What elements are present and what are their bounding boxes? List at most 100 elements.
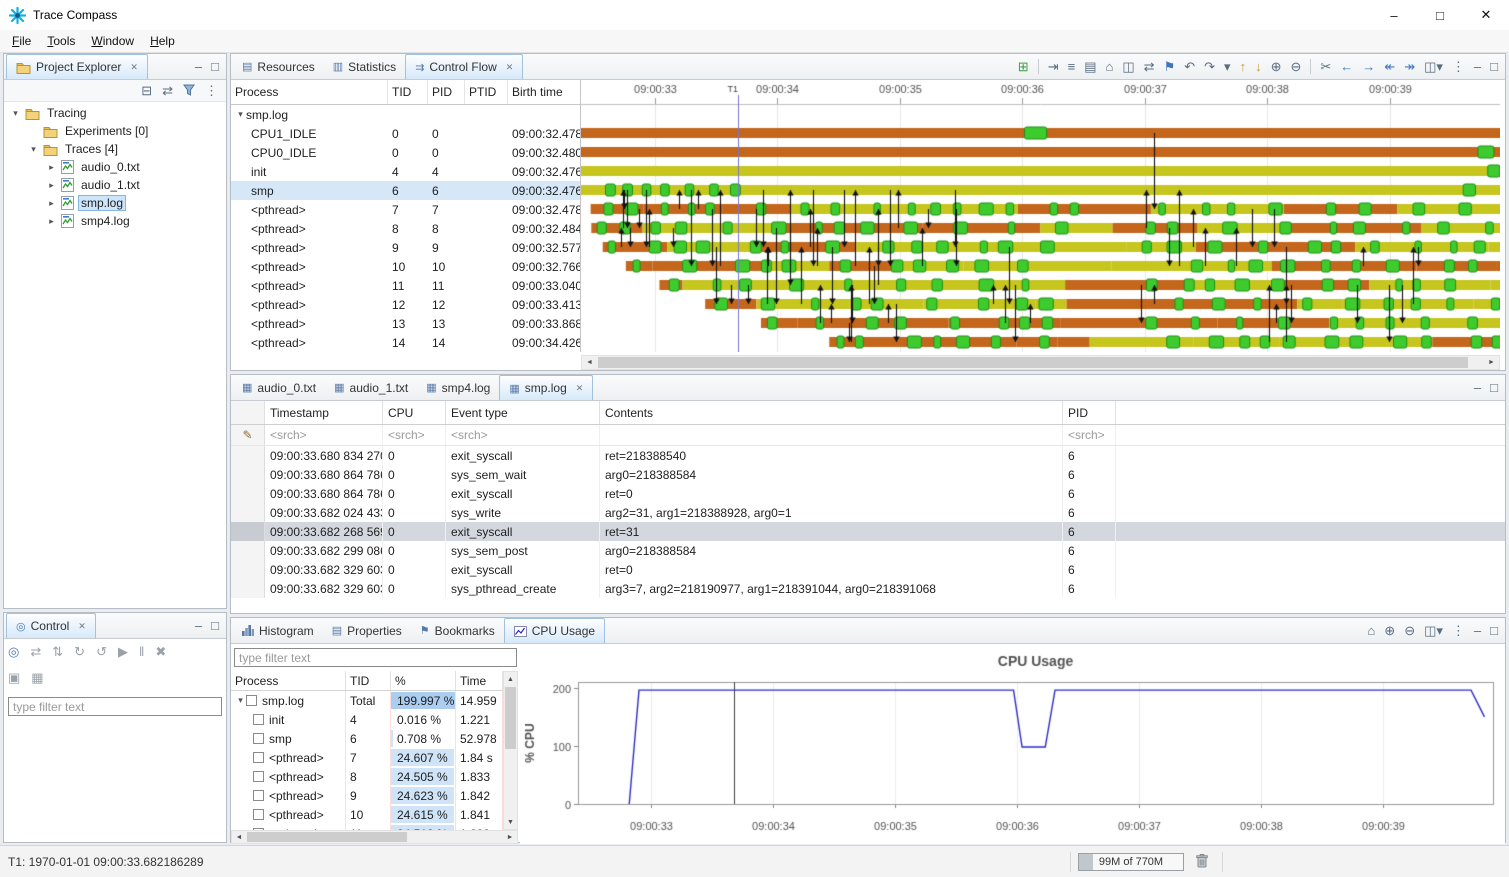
tab-project-explorer[interactable]: Project Explorer ✕	[6, 54, 148, 79]
tree-item-smp4-log[interactable]: ▸smp4.log	[4, 212, 226, 230]
start-session-icon[interactable]: ▶	[118, 645, 128, 658]
cpu-row-pthread-9[interactable]: <pthread>924.623 %1.842	[231, 786, 503, 805]
minimize-view-icon[interactable]: –	[1474, 624, 1481, 637]
event-row[interactable]: 09:00:33.680 864 7860sys_sem_waitarg0=21…	[231, 465, 1505, 484]
filter-cell-contents[interactable]	[600, 425, 1063, 445]
maximize-view-icon[interactable]: □	[1490, 381, 1498, 394]
close-window-button[interactable]: ✕	[1463, 0, 1509, 30]
save-image-icon[interactable]: ▦	[31, 671, 43, 684]
scroll-right-button[interactable]: ►	[1484, 356, 1499, 369]
column-header-time[interactable]: Time	[456, 671, 503, 690]
tab-control-flow[interactable]: ⇉Control Flow✕	[405, 54, 523, 79]
new-view-menu-icon[interactable]: ◫▾	[1424, 60, 1443, 73]
scrollbar-thumb[interactable]	[247, 832, 407, 842]
expand-arrow-icon[interactable]: ▸	[46, 216, 57, 227]
filter-icon[interactable]	[183, 84, 195, 98]
checkbox[interactable]	[246, 695, 257, 706]
tab-control[interactable]: ◎ Control ✕	[6, 613, 96, 638]
minimize-window-button[interactable]: –	[1371, 0, 1417, 30]
collapse-arrow-icon[interactable]: ▾	[28, 144, 39, 155]
tree-item-experiments-0[interactable]: Experiments [0]	[4, 122, 226, 140]
previous-marker-icon[interactable]: ↶	[1184, 60, 1195, 73]
editor-tab-smp4-log[interactable]: ▦smp4.log	[417, 375, 499, 400]
zoom-in-icon[interactable]: ⊕	[1271, 60, 1282, 73]
tree-item-traces-4[interactable]: ▾Traces [4]	[4, 140, 226, 158]
zoom-out-icon[interactable]: ⊖	[1290, 60, 1301, 73]
process-row-smp-6[interactable]: smp6609:00:32.4760	[231, 181, 581, 200]
scroll-left-button[interactable]: ◄	[582, 356, 597, 369]
minimize-view-icon[interactable]: –	[1474, 60, 1481, 73]
menu-file[interactable]: File	[4, 31, 39, 51]
scrollbar-thumb[interactable]	[505, 687, 516, 749]
tab-properties[interactable]: ▤Properties	[323, 618, 411, 643]
filter-cell-cpu[interactable]: <srch>	[383, 425, 446, 445]
event-row[interactable]: 09:00:33.682 268 5690exit_syscallret=316	[231, 522, 1505, 541]
process-row-pthread-10[interactable]: <pthread>101009:00:32.7662	[231, 257, 581, 276]
cpu-row-pthread-10[interactable]: <pthread>1024.615 %1.841	[231, 805, 503, 824]
view-menu-icon[interactable]: ⋮	[1452, 624, 1465, 637]
previous-event-icon[interactable]: ←	[1340, 60, 1353, 73]
collapse-arrow-icon[interactable]: ▾	[235, 109, 246, 120]
collapse-arrow-icon[interactable]: ▾	[235, 695, 246, 706]
zoom-out-icon[interactable]: ⊖	[1404, 624, 1415, 637]
next-marker-icon[interactable]: ↷	[1204, 60, 1215, 73]
process-row-init-4[interactable]: init4409:00:32.4760	[231, 162, 581, 181]
column-header-contents[interactable]: Contents	[600, 401, 1063, 424]
expand-arrow-icon[interactable]: ▸	[46, 198, 57, 209]
scroll-left-button[interactable]: ◄	[232, 831, 246, 843]
new-connection-icon[interactable]: ◎	[8, 645, 19, 658]
process-row-pthread-7[interactable]: <pthread>7709:00:32.4788	[231, 200, 581, 219]
checkbox[interactable]	[253, 809, 264, 820]
link-selection-icon[interactable]: ⇄	[1144, 60, 1155, 73]
menu-tools[interactable]: Tools	[39, 31, 83, 51]
cpu-row-smp-6[interactable]: smp60.708 %52.978	[231, 729, 503, 748]
process-row-pthread-14[interactable]: <pthread>141409:00:34.4262	[231, 333, 581, 352]
collapse-arrow-icon[interactable]: ▾	[10, 108, 21, 119]
link-with-editor-icon[interactable]: ⇄	[162, 84, 173, 97]
column-header-pid[interactable]: PID	[428, 80, 465, 104]
checkbox[interactable]	[253, 790, 264, 801]
scroll-down-button[interactable]: ▼	[504, 815, 517, 829]
scroll-right-button[interactable]: ►	[503, 831, 517, 843]
pause-session-icon[interactable]: ‖	[139, 645, 144, 658]
reset-time-icon[interactable]: ⌂	[1106, 60, 1114, 73]
process-row-cpu0-idle-0[interactable]: CPU0_IDLE0009:00:32.4800	[231, 143, 581, 162]
tab-bookmarks[interactable]: ⚑Bookmarks	[411, 618, 504, 643]
hide-arrows-icon[interactable]: ✂	[1320, 60, 1331, 73]
editor-tab-audio-0-txt[interactable]: ▦audio_0.txt	[233, 375, 325, 400]
minimize-view-icon[interactable]: –	[195, 60, 202, 73]
maximize-view-icon[interactable]: □	[211, 619, 219, 632]
checkbox[interactable]	[253, 733, 264, 744]
process-row-pthread-8[interactable]: <pthread>8809:00:32.4843	[231, 219, 581, 238]
filter-cell-pid[interactable]: <srch>	[1063, 425, 1116, 445]
control-flow-chart[interactable]	[581, 80, 1500, 352]
move-up-icon[interactable]: ↑	[1240, 60, 1247, 73]
maximize-view-icon[interactable]: □	[211, 60, 219, 73]
tab-resources[interactable]: ▤Resources	[233, 54, 324, 79]
scroll-up-button[interactable]: ▲	[504, 672, 517, 686]
maximize-view-icon[interactable]: □	[1490, 624, 1498, 637]
column-header-cpu[interactable]: CPU	[383, 401, 446, 424]
cpu-row-smp-log-total[interactable]: ▾smp.logTotal199.997 %14.959	[231, 691, 503, 710]
maximize-view-icon[interactable]: □	[1490, 60, 1498, 73]
tree-item-audio-0-txt[interactable]: ▸audio_0.txt	[4, 158, 226, 176]
close-view-icon[interactable]: ✕	[130, 62, 138, 73]
event-row[interactable]: 09:00:33.680 834 2700exit_syscallret=218…	[231, 446, 1505, 465]
zoom-in-icon[interactable]: ⊕	[1384, 624, 1395, 637]
event-row[interactable]: 09:00:33.680 864 7860exit_syscallret=06	[231, 484, 1505, 503]
close-view-icon[interactable]: ✕	[78, 621, 86, 632]
collapse-all-icon[interactable]: ⊟	[141, 84, 152, 97]
process-row-smp-log[interactable]: ▾smp.log	[231, 105, 581, 124]
align-views-icon[interactable]: ⇥	[1048, 60, 1059, 73]
go-to-end-icon[interactable]: ↠	[1404, 60, 1415, 73]
minimize-view-icon[interactable]: –	[1474, 381, 1481, 394]
stop-session-icon[interactable]: ✖	[155, 645, 166, 658]
filter-cell-timestamp[interactable]: <srch>	[265, 425, 383, 445]
control-filter-input[interactable]	[8, 697, 222, 716]
cpu-row-init-4[interactable]: init40.016 %1.221	[231, 710, 503, 729]
menu-window[interactable]: Window	[83, 31, 142, 51]
event-row[interactable]: 09:00:33.682 329 6030exit_syscallret=06	[231, 560, 1505, 579]
process-row-pthread-12[interactable]: <pthread>121209:00:33.4134	[231, 295, 581, 314]
tree-item-tracing[interactable]: ▾Tracing	[4, 104, 226, 122]
marker-menu-icon[interactable]: ▾	[1224, 60, 1231, 73]
